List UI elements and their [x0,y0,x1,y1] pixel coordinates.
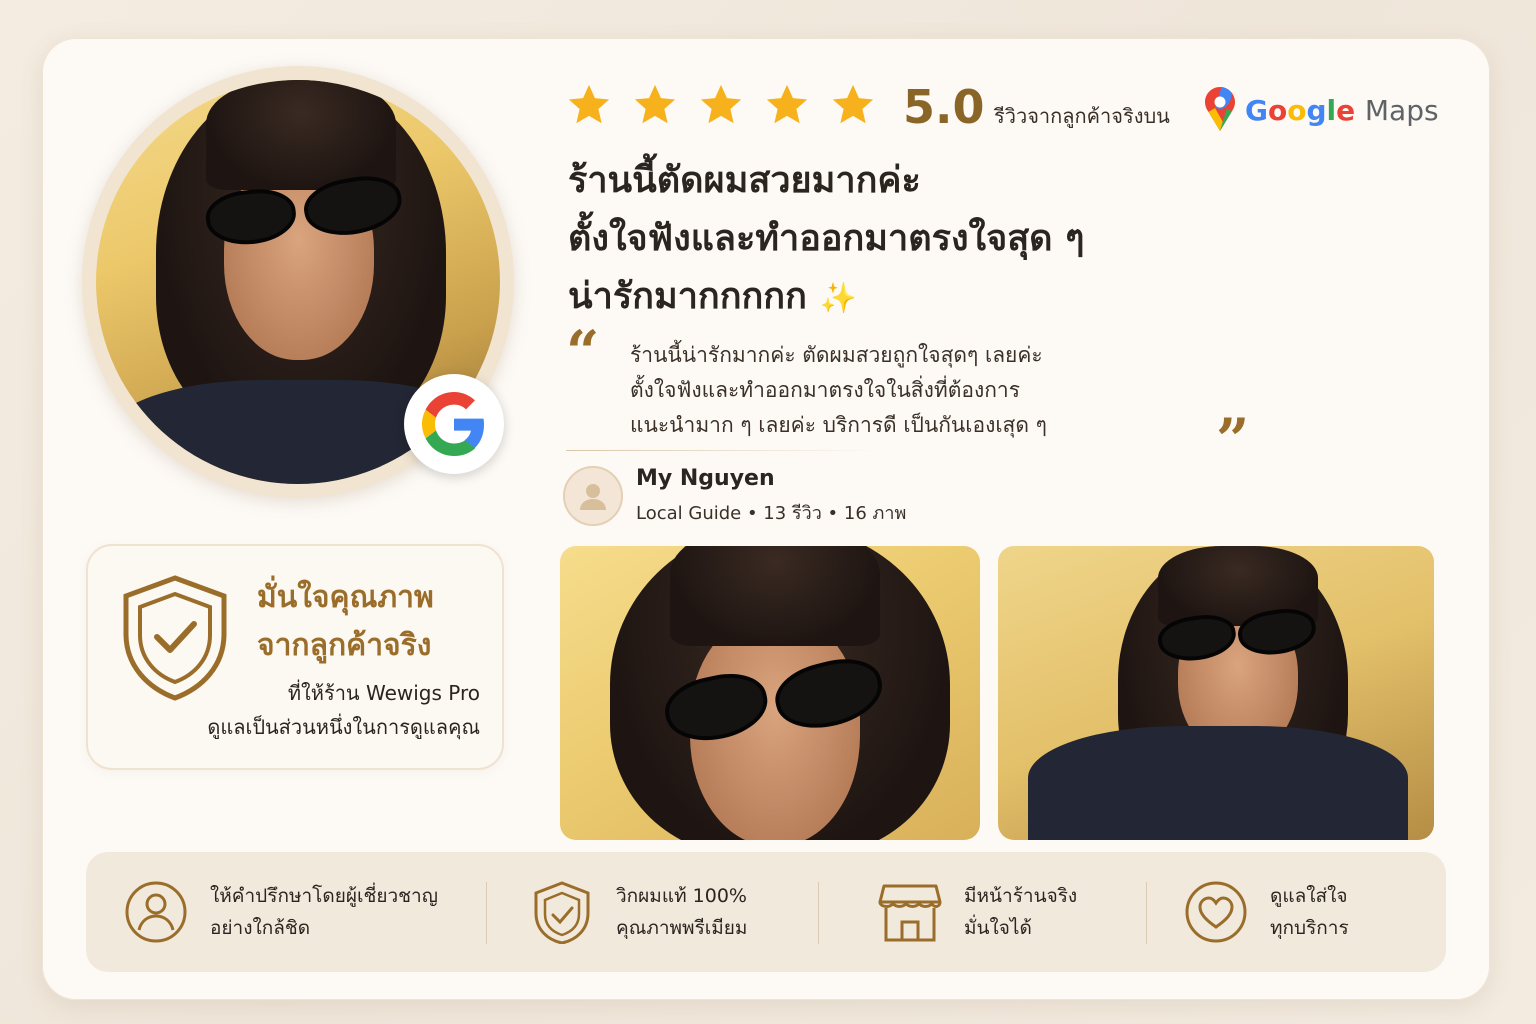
review-headline: ร้านนี้ตัดผมสวยมากค่ะ ตั้งใจฟังและทำออกม… [568,152,1268,328]
quote-line-2: ตั้งใจฟังและทำออกมาตรงใจในสิ่งที่ต้องการ [630,378,1021,402]
star-icon [568,84,610,124]
quote-line-3: แนะนำมาก ๆ เลยค่ะ บริการดี เป็นกันเองเสุ… [630,413,1047,437]
google-maps-pin-icon [1205,87,1235,131]
reviewer-avatar [563,466,623,526]
maps-wordmark: Maps [1364,94,1439,127]
headline-line-3: น่ารักมากกกกก [568,276,807,317]
quality-title-line-2: จากลูกค้าจริง [257,628,432,663]
shield-check-icon [534,881,590,944]
star-icon [634,84,676,124]
divider [1146,882,1147,944]
reviewer-meta: Local Guide • 13 รีวิว • 16 ภาพ [636,503,907,524]
customer-photo-2 [998,546,1434,840]
star-rating [566,82,876,128]
quality-title-line-1: มั่นใจคุณภาพ [257,580,434,615]
feature-line-2: คุณภาพพรีเมียม [616,917,748,939]
feature-line-2: ทุกบริการ [1270,917,1349,939]
divider [818,882,819,944]
feature-line-2: อย่างใกล้ชิด [210,917,311,939]
user-icon [580,484,606,510]
quality-sub-line-2: ดูแลเป็นส่วนหนึ่งในการดูแลคุณ [207,715,480,739]
divider [566,450,886,451]
person-icon [125,881,187,943]
quality-title: มั่นใจคุณภาพ จากลูกค้าจริง [257,574,434,670]
reviewer-name: My Nguyen [636,466,775,491]
quote-close-icon: ” [1216,406,1250,474]
rating-caption: รีวิวจากลูกค้าจริงบน [994,104,1170,128]
customer-photo-1 [560,546,980,840]
feature-item: ให้คำปรึกษาโดยผู้เชี่ยวชาญ อย่างใกล้ชิด [124,880,438,944]
feature-line-1: ดูแลใส่ใจ [1270,885,1348,907]
feature-line-1: ให้คำปรึกษาโดยผู้เชี่ยวชาญ [210,885,438,907]
google-maps-logo: Google Maps [1245,94,1439,127]
google-icon [404,374,504,474]
sparkle-icon: ✨ [819,281,857,316]
heart-icon [1185,881,1247,943]
feature-line-2: มั่นใจได้ [964,917,1032,939]
feature-item: ดูแลใส่ใจ ทุกบริการ [1184,880,1349,944]
store-icon [878,884,942,942]
quote-line-1: ร้านนี้น่ารักมากค่ะ ตัดผมสวยถูกใจสุดๆ เล… [630,343,1043,367]
feature-item: วิกผมแท้ 100% คุณภาพพรีเมียม [530,880,747,944]
star-icon [832,84,874,124]
rating-score: 5.0 [903,80,985,134]
divider [486,882,487,944]
feature-item: มีหน้าร้านจริง มั่นใจได้ [878,880,1077,944]
feature-line-1: วิกผมแท้ 100% [616,885,747,907]
review-quote: ร้านนี้น่ารักมากค่ะ ตัดผมสวยถูกใจสุดๆ เล… [630,338,1210,443]
google-wordmark: Google [1245,94,1356,127]
headline-line-1: ร้านนี้ตัดผมสวยมากค่ะ [568,160,921,201]
quality-sub-line-1: ที่ให้ร้าน Wewigs Pro [287,681,480,705]
feature-line-1: มีหน้าร้านจริง [964,885,1078,907]
star-icon [766,84,808,124]
quality-subtitle: ที่ให้ร้าน Wewigs Pro ดูแลเป็นส่วนหนึ่งใ… [150,676,480,744]
star-icon [700,84,742,124]
headline-line-2: ตั้งใจฟังและทำออกมาตรงใจสุด ๆ [568,218,1085,259]
quote-open-icon: “ [566,318,600,386]
